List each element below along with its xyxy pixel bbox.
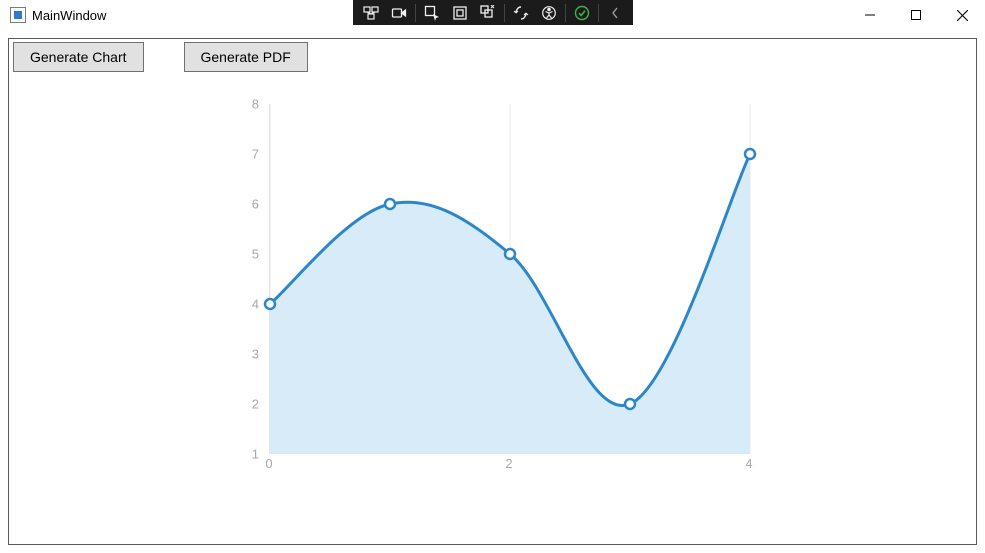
button-row: Generate Chart Generate PDF <box>13 42 308 72</box>
window-title: MainWindow <box>32 8 106 23</box>
collapse-chevron-icon[interactable] <box>601 2 629 24</box>
chart-y-tick: 8 <box>252 97 259 112</box>
window-controls <box>847 0 985 30</box>
chart-y-tick: 2 <box>252 397 259 412</box>
client-area: Generate Chart Generate PDF 1 2 3 4 5 6 7 8 0 2 4 <box>8 38 977 545</box>
title-bar: MainWindow <box>0 0 985 31</box>
chart-x-tick: 2 <box>505 456 512 471</box>
select-element-icon[interactable] <box>418 2 446 24</box>
record-icon[interactable] <box>385 2 413 24</box>
live-visual-tree-icon[interactable] <box>357 2 385 24</box>
track-focus-icon[interactable] <box>474 2 502 24</box>
chart-y-tick: 3 <box>252 347 259 362</box>
chart-x-tick: 0 <box>265 456 272 471</box>
chart-x-labels: 024 <box>269 456 749 476</box>
check-ok-icon[interactable] <box>568 2 596 24</box>
maximize-button[interactable] <box>893 0 939 30</box>
chart-plot-area <box>269 104 749 454</box>
debug-toolbar <box>353 0 633 25</box>
chart-y-tick: 7 <box>252 147 259 162</box>
chart-svg <box>270 104 750 454</box>
minimize-button[interactable] <box>847 0 893 30</box>
chart-y-tick: 1 <box>252 447 259 462</box>
close-button[interactable] <box>939 0 985 30</box>
generate-chart-button[interactable]: Generate Chart <box>13 42 144 72</box>
chart-y-tick: 6 <box>252 197 259 212</box>
app-icon <box>10 7 26 23</box>
generate-pdf-button[interactable]: Generate PDF <box>184 42 308 72</box>
accessibility-icon[interactable] <box>535 2 563 24</box>
hot-reload-icon[interactable] <box>507 2 535 24</box>
chart: 12345678 024 <box>229 104 769 484</box>
chart-y-tick: 5 <box>252 247 259 262</box>
chart-y-tick: 4 <box>252 297 259 312</box>
chart-x-tick: 4 <box>745 456 752 471</box>
chart-y-labels: 12345678 <box>229 104 263 454</box>
display-layout-icon[interactable] <box>446 2 474 24</box>
